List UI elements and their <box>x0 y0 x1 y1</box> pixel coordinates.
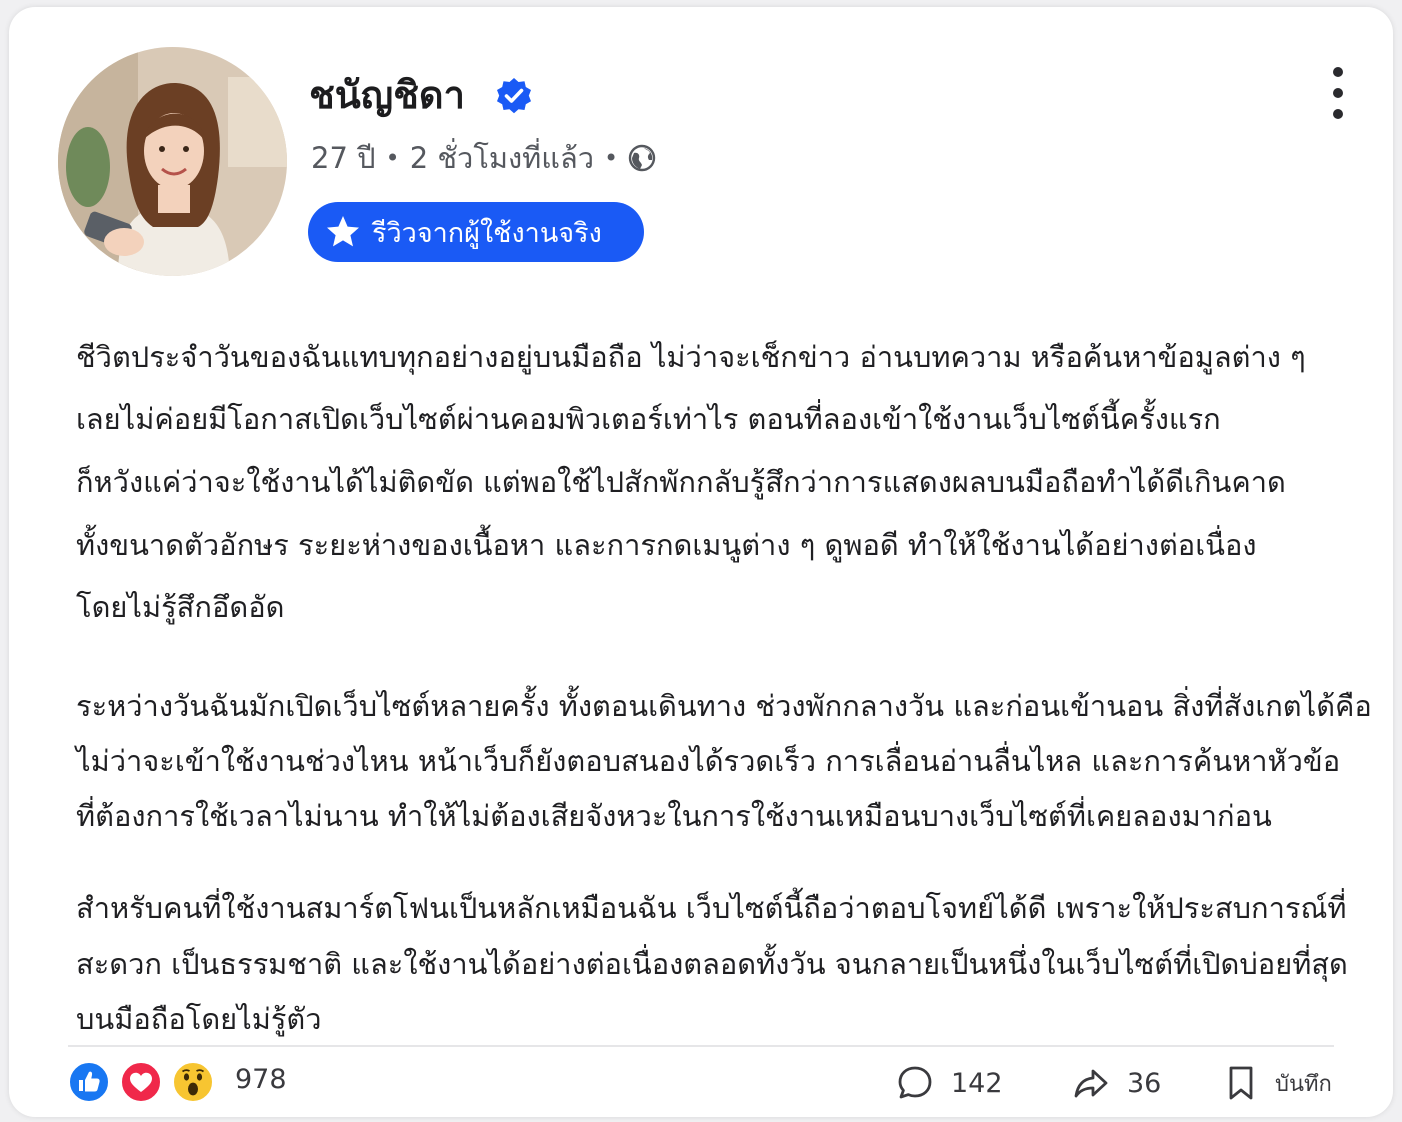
paragraph-line: โดยไม่รู้สึกอึดอัด <box>76 590 285 624</box>
comment-icon <box>898 1066 932 1099</box>
footer-divider <box>68 1045 1334 1047</box>
paragraph-line: ชีวิตประจำวันของฉันแทบทุกอย่างอยู่บนมือถ… <box>76 340 1306 374</box>
like-icon[interactable] <box>67 1060 111 1104</box>
post-time[interactable]: 2 ชั่วโมงที่แล้ว <box>410 135 594 181</box>
love-icon[interactable] <box>119 1060 163 1104</box>
badge-label: รีวิวจากผู้ใช้งานจริง <box>372 217 602 249</box>
author-photo <box>58 47 287 276</box>
more-options-button[interactable] <box>1320 67 1356 119</box>
avatar[interactable] <box>58 47 287 276</box>
share-count: 36 <box>1127 1067 1162 1099</box>
paragraph-line: ที่ต้องการใช้เวลาไม่นาน ทำให้ไม่ต้องเสีย… <box>76 799 1272 833</box>
more-vertical-icon <box>1333 67 1343 77</box>
more-vertical-icon-dot <box>1333 109 1343 119</box>
verified-badge-icon <box>497 78 531 114</box>
separator-dot: • <box>604 144 619 172</box>
paragraph-line: สำหรับคนที่ใช้งานสมาร์ตโฟนเป็นหลักเหมือน… <box>76 891 1347 925</box>
share-icon <box>1074 1069 1108 1098</box>
paragraph-line: เลยไม่ค่อยมีโอกาสเปิดเว็บไซต์ผ่านคอมพิวเ… <box>76 402 1221 436</box>
more-vertical-icon-dot <box>1333 88 1343 98</box>
post-meta: 27 ปี • 2 ชั่วโมงที่แล้ว • <box>311 138 656 178</box>
author-name[interactable]: ชนัญชิดา <box>309 70 465 120</box>
paragraph-line: บนมือถือโดยไม่รู้ตัว <box>76 1002 322 1036</box>
globe-icon[interactable] <box>628 144 656 172</box>
paragraph-line: ไม่ว่าจะเข้าใช้งานช่วงไหน หน้าเว็บก็ยังต… <box>76 744 1341 778</box>
star-icon <box>327 216 359 247</box>
share-button[interactable]: 36 <box>1071 1061 1161 1105</box>
comment-count: 142 <box>951 1067 1003 1099</box>
post-card: ชนัญชิดา 27 ปี • 2 ชั่วโมงที่แล้ว • รีวิ… <box>9 7 1393 1117</box>
author-age: 27 ปี <box>311 141 376 175</box>
real-user-review-badge: รีวิวจากผู้ใช้งานจริง <box>308 202 644 262</box>
save-button[interactable]: บันทึก <box>1221 1061 1332 1105</box>
paragraph-line: ระหว่างวันฉันมักเปิดเว็บไซต์หลายครั้ง ทั… <box>76 689 1372 723</box>
reaction-count[interactable]: 978 <box>235 1064 287 1095</box>
paragraph-line: ก็หวังแค่ว่าจะใช้งานได้ไม่ติดขัด แต่พอใช… <box>76 465 1286 499</box>
bookmark-icon <box>1229 1066 1253 1100</box>
paragraph-line: ทั้งขนาดตัวอักษร ระยะห่างของเนื้อหา และก… <box>76 528 1257 562</box>
paragraph-line: สะดวก เป็นธรรมชาติ และใช้งานได้อย่างต่อเ… <box>76 947 1348 981</box>
wow-icon[interactable] <box>171 1060 215 1104</box>
separator-dot: • <box>385 144 400 172</box>
comment-button[interactable]: 142 <box>895 1061 1003 1105</box>
save-label: บันทึก <box>1275 1071 1332 1097</box>
